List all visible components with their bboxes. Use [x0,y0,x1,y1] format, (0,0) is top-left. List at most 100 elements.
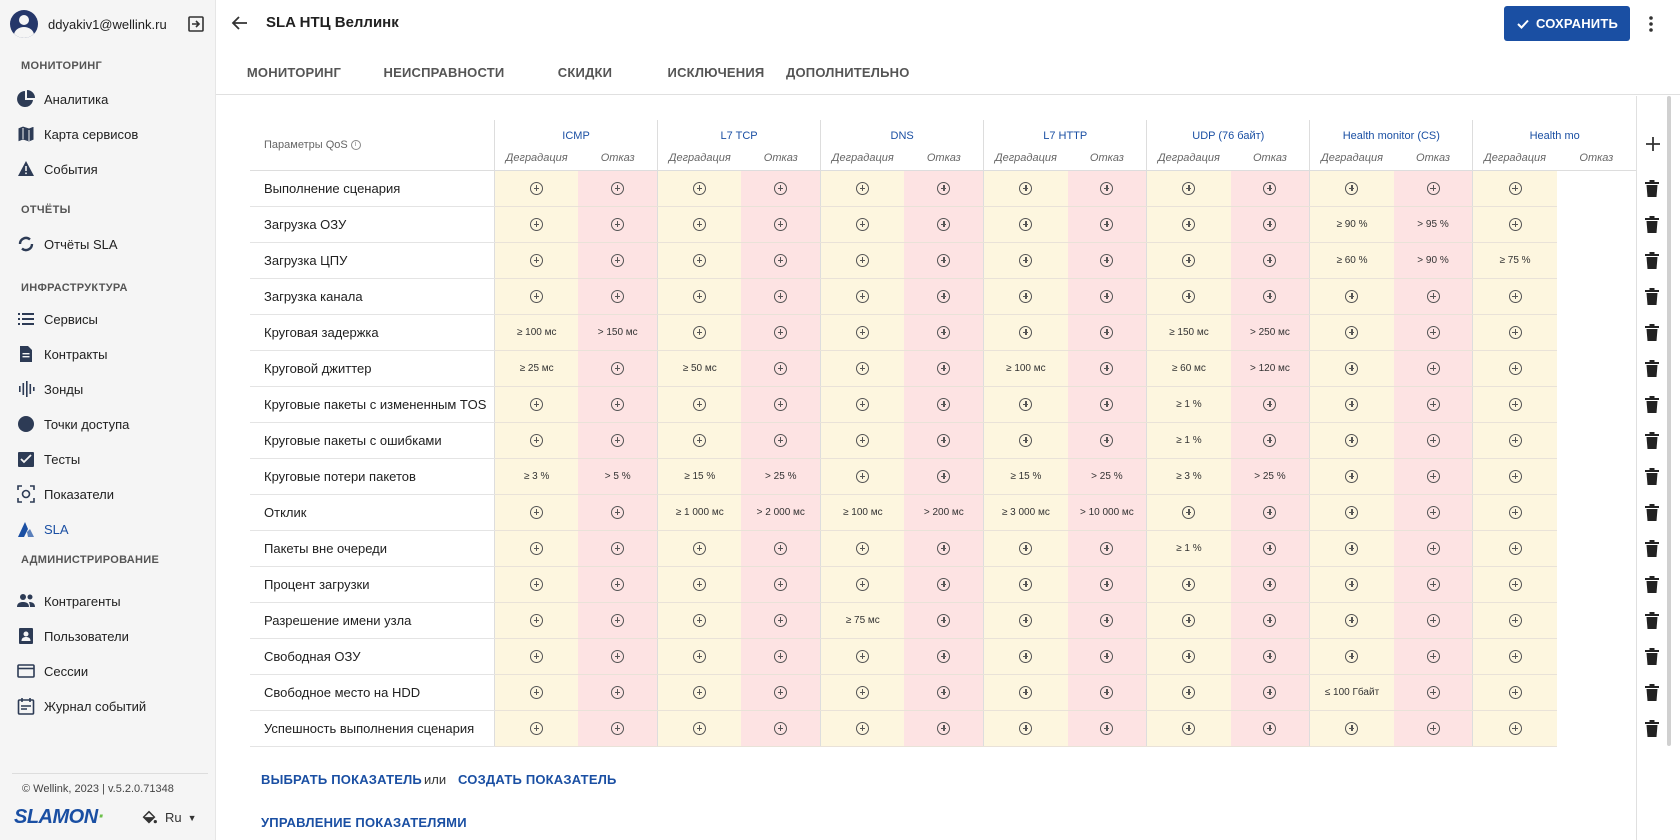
degradation-cell[interactable] [494,602,579,639]
degradation-cell[interactable] [494,386,579,423]
degradation-cell[interactable] [1472,386,1557,423]
add-threshold-icon[interactable] [774,721,788,735]
failure-cell[interactable] [904,674,984,711]
degradation-cell[interactable] [983,602,1068,639]
failure-cell[interactable] [1230,602,1310,639]
add-threshold-icon[interactable] [1100,613,1114,627]
failure-cell[interactable] [741,206,821,243]
sidebar-item[interactable]: Отчёты SLA [16,231,206,257]
add-threshold-icon[interactable] [611,541,625,555]
add-threshold-icon[interactable] [1426,613,1440,627]
failure-cell[interactable] [904,566,984,603]
add-threshold-icon[interactable] [1019,433,1033,447]
failure-cell[interactable] [1067,314,1147,351]
add-threshold-icon[interactable] [1263,685,1277,699]
add-threshold-icon[interactable] [530,649,544,663]
degradation-cell[interactable]: ≥ 100 мс [983,350,1068,387]
delete-row-icon[interactable] [1645,648,1659,665]
add-threshold-icon[interactable] [1345,541,1359,555]
degradation-cell[interactable]: ≥ 15 % [983,458,1068,495]
add-threshold-icon[interactable] [774,253,788,267]
add-threshold-icon[interactable] [937,649,951,663]
add-threshold-icon[interactable] [856,217,870,231]
add-threshold-icon[interactable] [1426,721,1440,735]
degradation-cell[interactable] [1309,602,1394,639]
add-threshold-icon[interactable] [1345,649,1359,663]
failure-cell[interactable] [741,674,821,711]
add-threshold-icon[interactable] [1263,541,1277,555]
add-threshold-icon[interactable] [1345,613,1359,627]
degradation-cell[interactable] [494,278,579,315]
add-threshold-icon[interactable] [1508,289,1522,303]
failure-cell[interactable] [1067,566,1147,603]
add-threshold-icon[interactable] [937,217,951,231]
degradation-cell[interactable] [1472,710,1557,747]
language-select[interactable]: Ru ▼ [165,810,197,825]
degradation-cell[interactable] [657,602,742,639]
add-threshold-icon[interactable] [937,289,951,303]
add-threshold-icon[interactable] [856,541,870,555]
failure-cell[interactable] [1067,710,1147,747]
sidebar-item[interactable]: Показатели [16,481,206,507]
degradation-cell[interactable] [820,710,905,747]
delete-row-icon[interactable] [1645,540,1659,557]
add-threshold-icon[interactable] [693,541,707,555]
add-threshold-icon[interactable] [937,721,951,735]
add-threshold-icon[interactable] [1426,577,1440,591]
add-threshold-icon[interactable] [1508,181,1522,195]
add-threshold-icon[interactable] [1345,181,1359,195]
failure-cell[interactable] [741,422,821,459]
failure-cell[interactable]: > 250 мс [1230,314,1310,351]
delete-row-icon[interactable] [1645,432,1659,449]
failure-cell[interactable]: > 150 мс [578,314,658,351]
add-threshold-icon[interactable] [1182,721,1196,735]
failure-cell[interactable] [1393,602,1473,639]
add-threshold-icon[interactable] [774,325,788,339]
add-threshold-icon[interactable] [611,721,625,735]
degradation-cell[interactable] [1472,566,1557,603]
sidebar-item[interactable]: Точки доступа [16,411,206,437]
sidebar-item[interactable]: Контрагенты [16,588,206,614]
add-threshold-icon[interactable] [1100,181,1114,195]
add-threshold-icon[interactable] [1182,253,1196,267]
failure-cell[interactable] [1393,638,1473,675]
degradation-cell[interactable]: ≤ 100 Гбайт [1309,674,1394,711]
degradation-cell[interactable]: ≥ 90 % [1309,206,1394,243]
add-threshold-icon[interactable] [1508,469,1522,483]
add-threshold-icon[interactable] [693,181,707,195]
failure-cell[interactable] [1230,206,1310,243]
add-threshold-icon[interactable] [937,181,951,195]
degradation-cell[interactable]: ≥ 100 мс [820,494,905,531]
add-threshold-icon[interactable] [1182,289,1196,303]
add-threshold-icon[interactable] [693,649,707,663]
failure-cell[interactable]: > 25 % [741,458,821,495]
degradation-cell[interactable] [983,674,1068,711]
add-threshold-icon[interactable] [1426,541,1440,555]
add-threshold-icon[interactable] [611,649,625,663]
add-threshold-icon[interactable] [1508,541,1522,555]
add-threshold-icon[interactable] [1345,721,1359,735]
failure-cell[interactable] [741,170,821,207]
add-threshold-icon[interactable] [693,325,707,339]
add-threshold-icon[interactable] [693,433,707,447]
failure-cell[interactable] [741,530,821,567]
delete-row-icon[interactable] [1645,612,1659,629]
failure-cell[interactable]: > 25 % [1067,458,1147,495]
failure-cell[interactable] [1067,206,1147,243]
failure-cell[interactable] [578,170,658,207]
degradation-cell[interactable] [983,278,1068,315]
add-threshold-icon[interactable] [1100,649,1114,663]
degradation-cell[interactable] [983,386,1068,423]
failure-cell[interactable] [904,206,984,243]
sidebar-item[interactable]: Тесты [16,446,206,472]
add-threshold-icon[interactable] [1345,397,1359,411]
degradation-cell[interactable] [983,566,1068,603]
failure-cell[interactable] [1393,530,1473,567]
add-threshold-icon[interactable] [1508,685,1522,699]
degradation-cell[interactable]: ≥ 100 мс [494,314,579,351]
degradation-cell[interactable] [1146,674,1231,711]
degradation-cell[interactable] [983,710,1068,747]
degradation-cell[interactable]: ≥ 1 000 мс [657,494,742,531]
degradation-cell[interactable] [1146,494,1231,531]
failure-cell[interactable] [1393,422,1473,459]
